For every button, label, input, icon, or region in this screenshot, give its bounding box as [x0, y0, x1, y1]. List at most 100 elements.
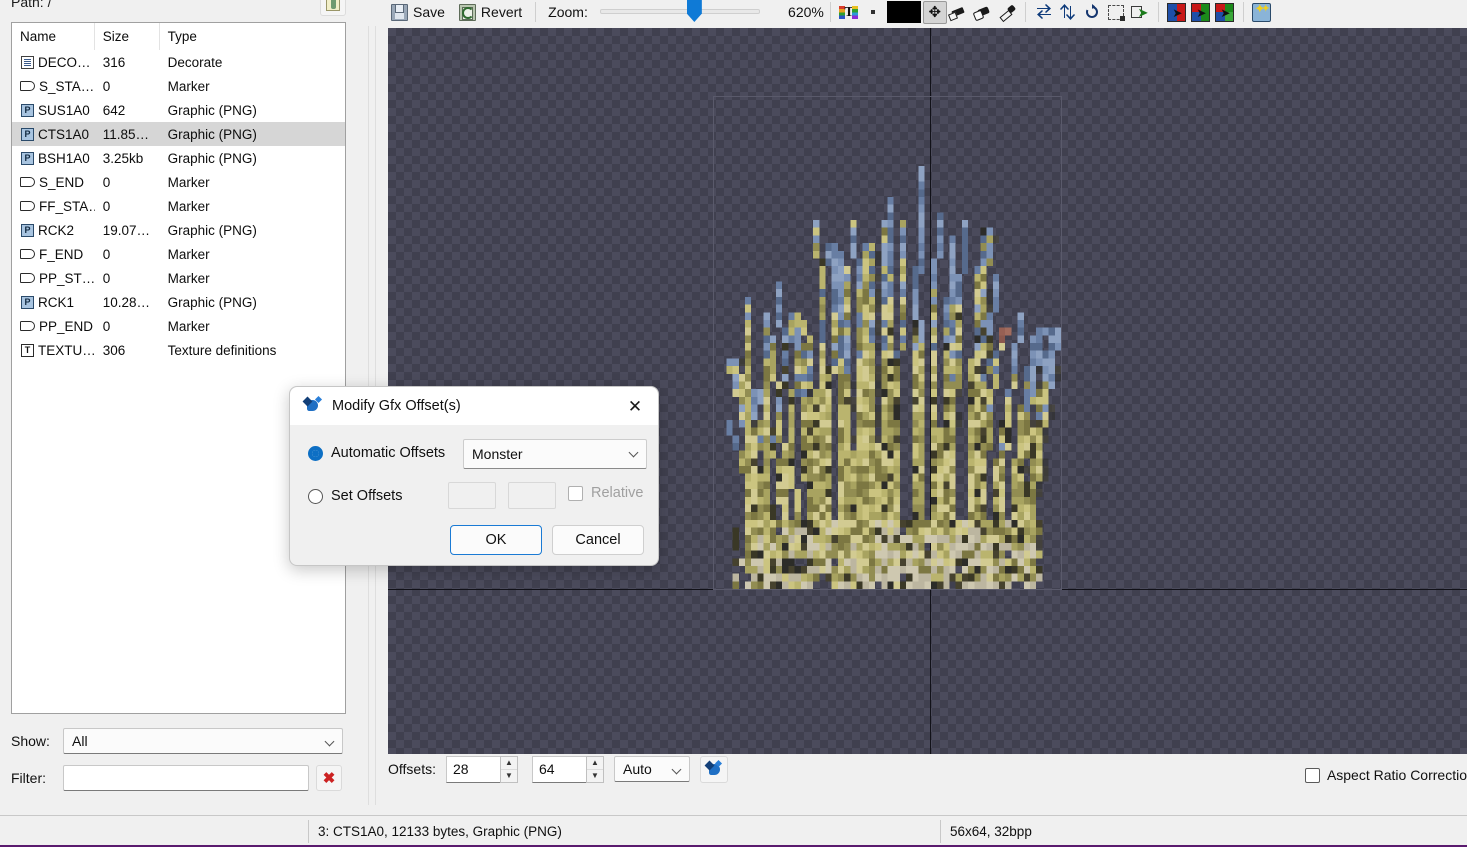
rotate-button[interactable] [1080, 1, 1104, 24]
table-row[interactable]: S_STA… 0 Marker [12, 74, 345, 98]
modify-offsets-button[interactable] [699, 755, 728, 783]
entry-size-cell: 316 [102, 54, 126, 70]
aspect-ratio-correction-checkbox[interactable]: Aspect Ratio Correctio [1304, 767, 1467, 783]
table-row[interactable]: FF_STA… 0 Marker [12, 194, 345, 218]
offset-y-spin-buttons[interactable]: ▲ ▼ [585, 755, 604, 783]
dialog-body: Automatic Offsets Monster Set Offsets Re… [290, 425, 658, 565]
spin-down-icon[interactable]: ▼ [587, 770, 603, 782]
table-row[interactable]: P RCK1 10.28… Graphic (PNG) [12, 290, 345, 314]
table-row[interactable]: PP_ST… 0 Marker [12, 266, 345, 290]
offset-preset-dropdown[interactable]: Monster [463, 439, 647, 469]
sprite-bounding-box[interactable] [713, 96, 1062, 590]
current-colour-swatch[interactable] [886, 1, 921, 23]
entry-type-cell: Graphic (PNG) [167, 222, 257, 238]
offset-preset-value: Monster [472, 446, 523, 462]
offset-x-spin-buttons[interactable]: ▲ ▼ [499, 755, 518, 783]
magic-wand-button[interactable] [1250, 1, 1274, 24]
revert-button[interactable]: Revert [452, 0, 529, 24]
table-row[interactable]: S_END 0 Marker [12, 170, 345, 194]
pencil-tool-button[interactable] [947, 1, 971, 24]
offset-y-stepper[interactable]: ▲ ▼ [531, 755, 604, 783]
pencil-tool-icon [950, 5, 967, 20]
table-row[interactable]: T TEXTU… 306 Texture definitions [12, 338, 345, 362]
offset-y-input[interactable] [531, 755, 586, 783]
radio-indicator[interactable] [308, 488, 323, 504]
colourise-button[interactable]: ➤ [1165, 1, 1189, 24]
palette-button[interactable]: T [837, 1, 861, 24]
offset-x-stepper[interactable]: ▲ ▼ [445, 755, 518, 783]
set-offset-y-input [508, 482, 556, 509]
table-row[interactable]: P CTS1A0 11.85… Graphic (PNG) [12, 122, 345, 146]
entry-name-label: S_STA… [39, 78, 95, 94]
marker-icon [20, 321, 35, 331]
offset-x-input[interactable] [445, 755, 500, 783]
entry-list[interactable]: Name Size Type DECO… 316 Decorate S_STA… 0 Ma… [11, 22, 346, 714]
entry-size-cell: 0 [102, 198, 111, 214]
entry-name-cell: P RCK1 [12, 290, 95, 314]
zoom-slider-thumb[interactable] [686, 0, 702, 22]
zoom-slider[interactable] [599, 0, 760, 24]
entry-name-cell: T TEXTU… [12, 338, 95, 362]
dialog-titlebar[interactable]: Modify Gfx Offset(s) ✕ [290, 387, 658, 425]
status-divider [940, 820, 941, 843]
entry-type-cell: Marker [167, 198, 210, 214]
entry-name-cell: PP_ST… [12, 266, 95, 290]
table-row[interactable]: PP_END 0 Marker [12, 314, 345, 338]
entry-type-cell: Graphic (PNG) [167, 150, 257, 166]
ok-button[interactable]: OK [450, 525, 542, 555]
table-row[interactable]: P SUS1A0 642 Graphic (PNG) [12, 98, 345, 122]
chevron-down-icon [673, 766, 681, 774]
spin-up-icon[interactable]: ▲ [586, 757, 603, 770]
automatic-offsets-label: Automatic Offsets [331, 445, 446, 461]
entry-name-label: FF_STA… [39, 198, 95, 214]
flip-horizontal-button[interactable] [1032, 1, 1056, 24]
set-offsets-radio[interactable]: Set Offsets [308, 488, 402, 504]
path-label: Path: / [11, 0, 52, 10]
eraser-tool-button[interactable] [971, 1, 995, 24]
gfx-offsets-icon [302, 395, 323, 415]
translate-button[interactable]: ➤ [1213, 1, 1237, 24]
dropper-tool-button[interactable] [995, 1, 1019, 24]
automatic-offsets-radio[interactable]: Automatic Offsets [308, 445, 445, 461]
red-x-icon[interactable]: ✖ [316, 765, 342, 791]
entry-name-label: BSH1A0 [38, 150, 90, 166]
revert-button-label: Revert [480, 4, 523, 20]
entry-name-label: RCK1 [38, 294, 75, 310]
spin-down-icon[interactable]: ▼ [501, 770, 517, 782]
modify-gfx-offsets-dialog[interactable]: Modify Gfx Offset(s) ✕ Automatic Offsets… [289, 386, 659, 566]
close-icon[interactable]: ✕ [620, 392, 650, 420]
checkbox-box[interactable] [1304, 767, 1320, 783]
open-folder-icon[interactable] [320, 0, 346, 16]
entry-size-cell: 0 [102, 270, 111, 286]
tint-button[interactable]: ➤ [1189, 1, 1213, 24]
move-tool-button[interactable]: ✥ [922, 0, 947, 24]
entry-name-cell: PP_END [12, 314, 95, 338]
crop-icon [1107, 4, 1125, 21]
png-icon: P [21, 295, 34, 309]
column-header-name[interactable]: Name [12, 23, 95, 50]
flip-vertical-button[interactable] [1056, 1, 1080, 24]
table-row[interactable]: F_END 0 Marker [12, 242, 345, 266]
flip-horizontal-icon [1036, 4, 1051, 19]
column-header-size[interactable]: Size [95, 23, 160, 50]
radio-indicator[interactable] [308, 445, 323, 461]
offset-type-dropdown[interactable]: Auto [613, 756, 690, 782]
column-header-type[interactable]: Type [160, 23, 345, 50]
table-row[interactable]: DECO… 316 Decorate [12, 50, 345, 74]
entry-name-label: CTS1A0 [38, 126, 90, 142]
entry-type-cell: Marker [167, 270, 210, 286]
filter-input[interactable] [63, 765, 309, 791]
texture-icon: T [21, 343, 34, 357]
save-button[interactable]: Save [384, 0, 452, 24]
table-row[interactable]: P BSH1A0 3.25kb Graphic (PNG) [12, 146, 345, 170]
entry-name-label: F_END [39, 246, 84, 262]
spin-up-icon[interactable]: ▲ [500, 757, 517, 770]
translate-icon: ➤ [1215, 2, 1235, 22]
status-entry-info: 3: CTS1A0, 12133 bytes, Graphic (PNG) [318, 824, 562, 839]
entry-name-label: RCK2 [38, 222, 75, 238]
show-dropdown[interactable]: All [63, 728, 343, 754]
cancel-button[interactable]: Cancel [552, 525, 644, 555]
crop-button[interactable] [1104, 1, 1128, 24]
convert-button[interactable]: ➤ [1128, 1, 1152, 24]
table-row[interactable]: P RCK2 19.07… Graphic (PNG) [12, 218, 345, 242]
